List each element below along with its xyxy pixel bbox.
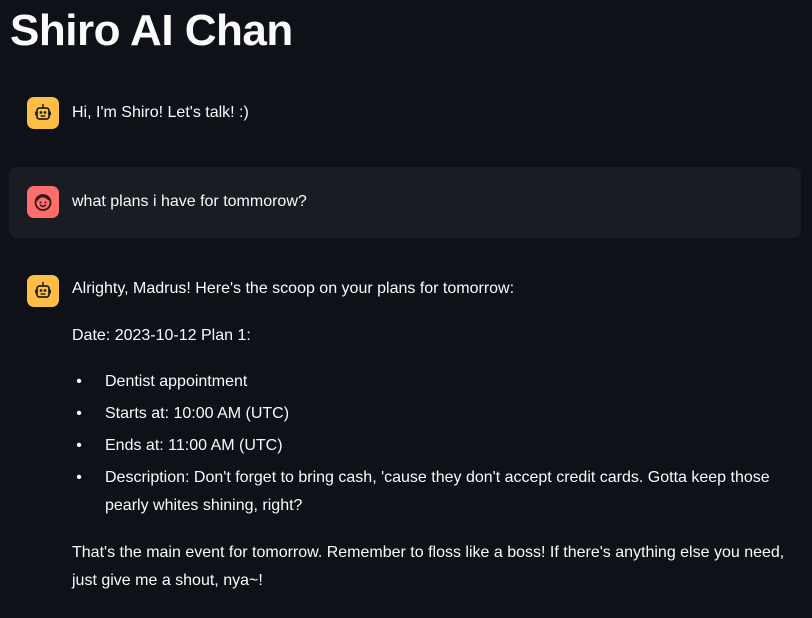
robot-face-icon <box>27 97 59 129</box>
smiling-face-icon <box>27 186 59 218</box>
message-text: what plans i have for tommorow? <box>72 193 307 210</box>
plan-date-line: Date: 2023-10-12 Plan 1: <box>72 327 251 344</box>
list-item: • Ends at: 11:00 AM (UTC) <box>76 437 283 454</box>
message-outro: That's the main event for tomorrow. Reme… <box>72 544 785 589</box>
message-text: Hi, I'm Shiro! Let's talk! :) <box>72 104 249 121</box>
chat-message-assistant: Hi, I'm Shiro! Let's talk! :) <box>9 88 801 138</box>
list-item-text: Description: Don't forget to bring cash,… <box>105 469 770 514</box>
list-item: • Description: Don't forget to bring cas… <box>76 469 770 514</box>
chat-app: Shiro AI Chan Hi, I'm Shiro! Let's talk!… <box>0 0 812 618</box>
chat-message-assistant: Alrighty, Madrus! Here's the scoop on yo… <box>9 266 801 606</box>
plan-details-list: • Dentist appointment • Starts at: 10:00… <box>72 368 791 520</box>
list-item-text: Starts at: 10:00 AM (UTC) <box>105 405 290 422</box>
chat-message-user: what plans i have for tommorow? <box>9 167 801 238</box>
list-item: • Dentist appointment <box>76 373 248 390</box>
robot-face-icon <box>27 275 59 307</box>
list-item-text: Dentist appointment <box>105 373 248 390</box>
list-item: • Starts at: 10:00 AM (UTC) <box>76 405 290 422</box>
page-title: Shiro AI Chan <box>10 6 293 55</box>
message-intro: Alrighty, Madrus! Here's the scoop on yo… <box>72 280 515 297</box>
list-item-text: Ends at: 11:00 AM (UTC) <box>105 437 283 454</box>
